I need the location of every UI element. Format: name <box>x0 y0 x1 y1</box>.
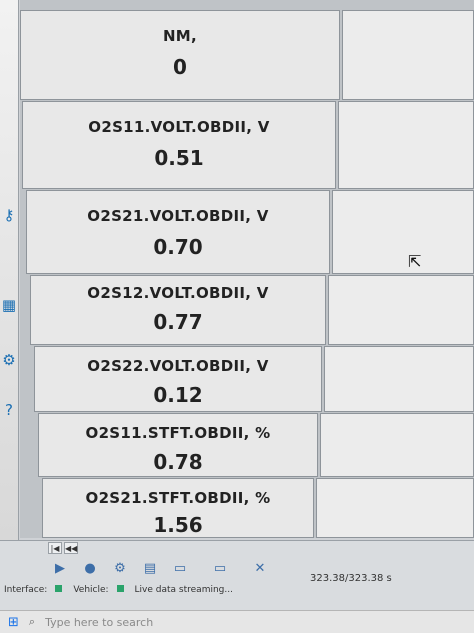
parameter-cell[interactable]: O2S21.VOLT.OBDII, V 0.70 <box>26 190 330 274</box>
key-icon[interactable]: ⚷ <box>0 200 18 230</box>
parameter-label: O2S12.VOLT.OBDII, V <box>87 284 269 302</box>
live-data-grid: NM, 0 O2S11.VOLT.OBDII, V 0.51 O2S21.VOL… <box>20 0 474 538</box>
chip-icon[interactable]: ▦ <box>0 290 18 320</box>
input-box[interactable]: ▭ <box>200 559 240 577</box>
parameter-label: O2S21.VOLT.OBDII, V <box>87 207 269 225</box>
parameter-value: 0.70 <box>153 235 203 259</box>
empty-cell[interactable] <box>338 101 474 189</box>
close-icon[interactable]: ✕ <box>250 559 270 577</box>
scroll-controls: |◀ ◀◀ <box>48 542 78 554</box>
interface-label: Interface: <box>4 585 48 595</box>
parameter-cell[interactable]: O2S12.VOLT.OBDII, V 0.77 <box>30 275 326 345</box>
record-icon[interactable]: ● <box>80 559 100 577</box>
mouse-pointer-icon: ⇱ <box>408 252 422 271</box>
save-icon[interactable]: ▤ <box>140 559 160 577</box>
parameter-cell[interactable]: O2S21.STFT.OBDII, % 1.56 <box>42 478 314 538</box>
playback-toolbar: ▶ ● ⚙ ▤ ▭ ▭ ✕ <box>50 559 270 577</box>
parameter-label: O2S11.VOLT.OBDII, V <box>88 118 270 136</box>
help-icon[interactable]: ? <box>0 395 18 425</box>
parameter-cell[interactable]: O2S11.STFT.OBDII, % 0.78 <box>38 413 318 477</box>
parameter-label: O2S11.STFT.OBDII, % <box>85 424 271 442</box>
data-row: O2S11.STFT.OBDII, % 0.78 <box>20 413 474 477</box>
time-counter: 323.38/323.38 s <box>310 573 392 584</box>
left-toolbar: ⚷ ▦ ⚙ ? <box>0 0 19 540</box>
connection-status: Interface: Vehicle: Live data streaming.… <box>4 585 233 595</box>
empty-cell[interactable] <box>342 10 474 100</box>
parameter-cell[interactable]: NM, 0 <box>20 10 340 100</box>
data-row: O2S11.VOLT.OBDII, V 0.51 <box>20 101 474 189</box>
scroll-first-button[interactable]: |◀ <box>48 542 62 554</box>
data-row: O2S12.VOLT.OBDII, V 0.77 <box>20 275 474 345</box>
data-row: NM, 0 <box>20 10 474 100</box>
parameter-value: 0 <box>173 55 187 79</box>
folder-icon[interactable]: ▭ <box>170 559 190 577</box>
gear-icon[interactable]: ⚙ <box>0 345 18 375</box>
empty-cell[interactable] <box>332 190 474 274</box>
empty-cell[interactable] <box>320 413 474 477</box>
parameter-value: 0.77 <box>153 310 203 334</box>
play-icon[interactable]: ▶ <box>50 559 70 577</box>
data-row: O2S22.VOLT.OBDII, V 0.12 <box>20 346 474 412</box>
vehicle-label: Vehicle: <box>73 585 109 595</box>
windows-taskbar: ⊞ ⌕ Type here to search <box>0 610 474 633</box>
streaming-status: Live data streaming... <box>134 585 233 595</box>
empty-cell[interactable] <box>328 275 474 345</box>
parameter-label: O2S22.VOLT.OBDII, V <box>87 357 269 375</box>
status-bar: |◀ ◀◀ ▶ ● ⚙ ▤ ▭ ▭ ✕ 323.38/323.38 s Inte… <box>0 540 474 611</box>
interface-indicator <box>55 585 65 595</box>
parameter-value: 0.78 <box>153 450 203 474</box>
empty-cell[interactable] <box>316 478 474 538</box>
vehicle-indicator <box>116 585 127 595</box>
scroll-prev-button[interactable]: ◀◀ <box>64 542 78 554</box>
parameter-cell[interactable]: O2S22.VOLT.OBDII, V 0.12 <box>34 346 322 412</box>
data-row: O2S21.STFT.OBDII, % 1.56 <box>20 478 474 538</box>
parameter-value: 1.56 <box>153 513 203 537</box>
parameter-value: 0.51 <box>154 146 204 170</box>
taskbar-search-input[interactable]: Type here to search <box>45 616 153 629</box>
parameter-label: O2S21.STFT.OBDII, % <box>85 489 271 507</box>
parameter-cell[interactable]: O2S11.VOLT.OBDII, V 0.51 <box>22 101 336 189</box>
data-row: O2S21.VOLT.OBDII, V 0.70 <box>20 190 474 274</box>
settings-icon[interactable]: ⚙ <box>110 559 130 577</box>
empty-cell[interactable] <box>324 346 474 412</box>
parameter-label: NM, <box>162 27 198 45</box>
parameter-value: 0.12 <box>153 383 203 407</box>
windows-start-icon[interactable]: ⊞ <box>8 615 19 630</box>
search-icon[interactable]: ⌕ <box>29 615 35 629</box>
